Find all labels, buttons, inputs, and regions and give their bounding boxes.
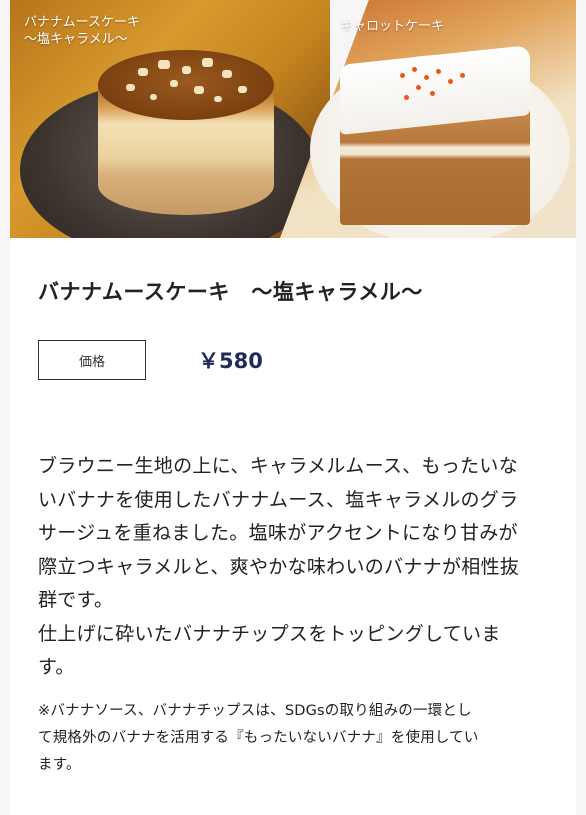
description-line: 際立つキャラメルと、爽やかな味わいのバナナが相性抜 (38, 555, 520, 578)
description-line: サージュを重ねました。塩味がアクセントになり甘みが (38, 522, 518, 544)
note-line: ※バナナソース、バナナチップスは、SDGsの取り組みの一環とし (38, 703, 472, 719)
description-line: いバナナを使用したバナナムース、塩キャラメルのグラ (38, 488, 519, 511)
price-value: ￥580 (198, 349, 263, 373)
note-line: て規格外のバナナを活用する『もったいないバナナ』を使用してい (38, 730, 479, 746)
product-note: ※バナナソース、バナナチップスは、SDGsの取り組みの一環とし て規格外のバナナ… (38, 698, 554, 779)
product-description: ブラウニー生地の上に、キャラメルムース、もったいな いバナナを使用したバナナムー… (38, 450, 554, 685)
description-line: 群です。 (38, 589, 114, 611)
description-line: ブラウニー生地の上に、キャラメルムース、もったいな (38, 455, 519, 477)
carrot-cake-image (340, 45, 530, 225)
banana-mousse-cake-image (98, 50, 274, 226)
note-line: ます。 (38, 757, 81, 773)
product-card: バナナムースケーキ 〜塩キャラメル〜 価格 ￥580 ブラウニー生地の上に、キャ… (10, 238, 576, 815)
hero-image: バナナムースケーキ 〜塩キャラメル〜 キャロットケーキ (10, 0, 576, 238)
hero-label-banana: バナナムースケーキ 〜塩キャラメル〜 (24, 15, 140, 47)
price-label: 価格 (38, 340, 146, 380)
product-title: バナナムースケーキ 〜塩キャラメル〜 (38, 280, 423, 304)
description-line: 仕上げに砕いたバナナチップスをトッピングしていま (38, 622, 501, 645)
description-line: す。 (38, 656, 75, 678)
hero-label-carrot: キャロットケーキ (340, 19, 445, 34)
